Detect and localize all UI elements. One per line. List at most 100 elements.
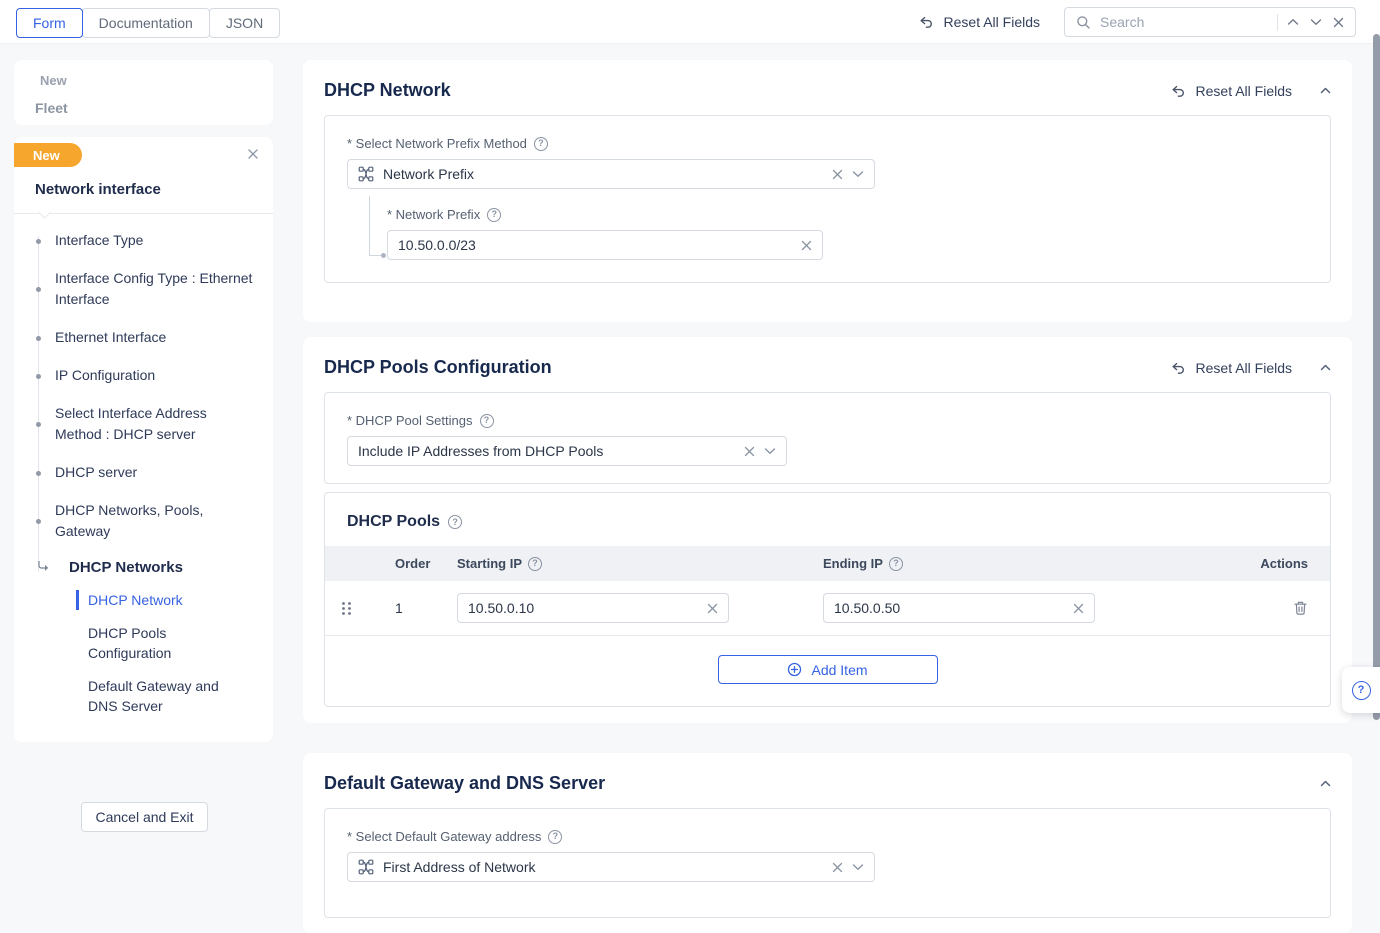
chevron-down-icon[interactable] bbox=[852, 170, 864, 178]
collapse-chevron-up-icon[interactable] bbox=[1320, 780, 1331, 787]
question-circle-icon[interactable]: ? bbox=[548, 830, 562, 844]
default-gateway-section: Default Gateway and DNS Server * Select … bbox=[303, 753, 1352, 933]
dhcp-pool-settings-label: * DHCP Pool Settings bbox=[347, 413, 473, 428]
question-circle-icon[interactable]: ? bbox=[487, 208, 501, 222]
new-status-badge: New bbox=[14, 143, 82, 167]
sidebar-item-dhcp-networks-pools-gateway[interactable]: DHCP Networks, Pools, Gateway bbox=[14, 500, 273, 542]
pools-table-header: Order Starting IP ? Ending IP ? Actions bbox=[325, 546, 1330, 581]
undo-icon bbox=[1168, 82, 1187, 100]
chevron-down-icon[interactable] bbox=[852, 863, 864, 871]
dhcp-pool-settings-select[interactable]: Include IP Addresses from DHCP Pools bbox=[347, 436, 787, 466]
top-bar: Form Documentation JSON Reset All Fields bbox=[0, 0, 1380, 44]
network-prefix-method-select[interactable]: Network Prefix bbox=[347, 159, 875, 189]
search-input[interactable] bbox=[1100, 14, 1270, 30]
sidebar-parent-card: New Fleet bbox=[14, 60, 273, 125]
search-box bbox=[1064, 7, 1356, 37]
default-gateway-title: Default Gateway and DNS Server bbox=[324, 773, 605, 794]
question-circle-icon[interactable]: ? bbox=[534, 137, 548, 151]
question-circle-icon[interactable]: ? bbox=[528, 557, 542, 571]
network-prefix-input[interactable] bbox=[398, 237, 801, 253]
collapse-chevron-up-icon[interactable] bbox=[1320, 87, 1331, 94]
undo-icon bbox=[916, 13, 935, 31]
column-actions: Actions bbox=[1240, 556, 1330, 571]
table-row: 1 bbox=[325, 581, 1330, 636]
row-order-value: 1 bbox=[367, 600, 437, 616]
delete-row-trash-icon[interactable] bbox=[1293, 600, 1308, 616]
add-item-button[interactable]: Add Item bbox=[718, 655, 938, 684]
sidebar-item-fleet[interactable]: Fleet bbox=[14, 100, 273, 116]
tab-json[interactable]: JSON bbox=[209, 8, 280, 38]
cancel-and-exit-button[interactable]: Cancel and Exit bbox=[81, 802, 208, 832]
chevron-down-icon[interactable] bbox=[764, 447, 776, 455]
clear-x-icon[interactable] bbox=[832, 862, 843, 873]
dhcp-pools-configuration-section: DHCP Pools Configuration Reset All Field… bbox=[303, 337, 1352, 723]
sidebar-divider bbox=[14, 213, 273, 214]
network-prefix-field bbox=[387, 230, 823, 260]
search-divider bbox=[1277, 14, 1278, 31]
section-reset-all-fields-button[interactable]: Reset All Fields bbox=[1168, 82, 1292, 100]
default-gateway-address-label: * Select Default Gateway address bbox=[347, 829, 541, 844]
question-circle-icon[interactable]: ? bbox=[448, 515, 462, 529]
clear-x-icon[interactable] bbox=[707, 603, 718, 614]
question-circle-icon[interactable]: ? bbox=[889, 557, 903, 571]
reset-all-fields-button[interactable]: Reset All Fields bbox=[916, 13, 1040, 31]
sidebar-item-default-gateway-dns[interactable]: Default Gateway and DNS Server bbox=[76, 676, 246, 716]
search-close-icon[interactable] bbox=[1331, 15, 1346, 30]
search-prev-chevron-up-icon[interactable] bbox=[1285, 16, 1301, 28]
prefix-method-value: Network Prefix bbox=[383, 166, 823, 182]
dhcp-pool-settings-value: Include IP Addresses from DHCP Pools bbox=[358, 443, 735, 459]
dhcp-network-title: DHCP Network bbox=[324, 80, 451, 101]
column-order: Order bbox=[367, 556, 437, 571]
sidebar-item-interface-config-type[interactable]: Interface Config Type : Ethernet Interfa… bbox=[14, 268, 273, 310]
clear-x-icon[interactable] bbox=[744, 446, 755, 457]
reset-all-fields-label: Reset All Fields bbox=[944, 14, 1040, 30]
default-gateway-value: First Address of Network bbox=[383, 859, 823, 875]
prefix-method-label: * Select Network Prefix Method bbox=[347, 136, 527, 151]
help-question-icon: ? bbox=[1352, 681, 1371, 700]
sidebar-item-dhcp-network[interactable]: DHCP Network bbox=[76, 590, 246, 610]
search-icon bbox=[1074, 13, 1093, 32]
plus-circle-icon bbox=[787, 662, 802, 677]
default-gateway-select[interactable]: First Address of Network bbox=[347, 852, 875, 882]
vertical-scrollbar[interactable] bbox=[1373, 34, 1380, 720]
dhcp-networks-children: DHCP Network DHCP Pools Configuration De… bbox=[76, 590, 273, 716]
sidebar-nav-card: New Network interface Interface Type Int… bbox=[14, 137, 273, 742]
sidebar-item-select-interface-address-method[interactable]: Select Interface Address Method : DHCP s… bbox=[14, 403, 273, 445]
drag-handle-icon[interactable] bbox=[325, 601, 367, 616]
sidebar-item-dhcp-pools-configuration[interactable]: DHCP Pools Configuration bbox=[76, 623, 246, 663]
dhcp-pools-configuration-title: DHCP Pools Configuration bbox=[324, 357, 552, 378]
branch-network-icon bbox=[358, 859, 374, 875]
sidebar-item-new[interactable]: New bbox=[14, 73, 273, 88]
sidebar-title: Network interface bbox=[14, 167, 273, 198]
view-tabs: Form Documentation JSON bbox=[17, 8, 280, 38]
search-next-chevron-down-icon[interactable] bbox=[1308, 16, 1324, 28]
clear-x-icon[interactable] bbox=[832, 169, 843, 180]
sidebar-item-dhcp-server[interactable]: DHCP server bbox=[14, 462, 273, 483]
sidebar-item-interface-type[interactable]: Interface Type bbox=[14, 230, 273, 251]
ending-ip-field bbox=[823, 593, 1095, 623]
collapse-chevron-up-icon[interactable] bbox=[1320, 364, 1331, 371]
wizard-steps-list: Interface Type Interface Config Type : E… bbox=[14, 230, 273, 542]
dhcp-pools-table-group: DHCP Pools ? Order Starting IP ? Ending … bbox=[324, 492, 1331, 707]
column-ending-ip: Ending IP bbox=[823, 556, 883, 571]
sidebar-item-ethernet-interface[interactable]: Ethernet Interface bbox=[14, 327, 273, 348]
sidebar-item-dhcp-networks[interactable]: DHCP Networks bbox=[14, 559, 273, 576]
help-button[interactable]: ? bbox=[1342, 667, 1380, 713]
sidebar-close-icon[interactable] bbox=[245, 146, 261, 162]
clear-x-icon[interactable] bbox=[1073, 603, 1084, 614]
column-starting-ip: Starting IP bbox=[457, 556, 522, 571]
tab-documentation[interactable]: Documentation bbox=[82, 8, 210, 38]
ending-ip-input[interactable] bbox=[834, 600, 1073, 616]
dhcp-pools-title: DHCP Pools bbox=[347, 513, 440, 531]
sidebar-item-ip-configuration[interactable]: IP Configuration bbox=[14, 365, 273, 386]
dhcp-network-section: DHCP Network Reset All Fields * Select N… bbox=[303, 60, 1352, 322]
nested-field-connector bbox=[369, 196, 382, 256]
undo-icon bbox=[1168, 359, 1187, 377]
starting-ip-field bbox=[457, 593, 729, 623]
network-prefix-label: * Network Prefix bbox=[387, 207, 480, 222]
question-circle-icon[interactable]: ? bbox=[480, 414, 494, 428]
clear-x-icon[interactable] bbox=[801, 240, 812, 251]
tab-form[interactable]: Form bbox=[16, 8, 83, 38]
starting-ip-input[interactable] bbox=[468, 600, 707, 616]
section-reset-all-fields-button[interactable]: Reset All Fields bbox=[1168, 359, 1292, 377]
